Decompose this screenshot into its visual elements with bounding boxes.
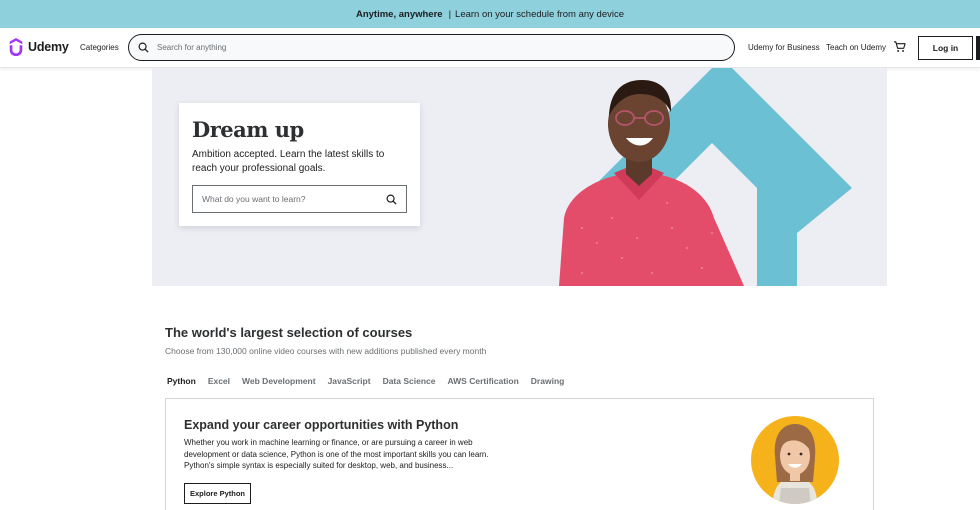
tab-python[interactable]: Python [167,376,196,386]
panel-title: Expand your career opportunities with Py… [184,418,459,432]
search-icon[interactable] [386,194,397,205]
udemy-logo-icon [9,38,23,56]
hero-card: Dream up Ambition accepted. Learn the la… [179,103,420,226]
tab-drawing[interactable]: Drawing [531,376,565,386]
logo-text: Udemy [28,40,69,54]
tab-data-science[interactable]: Data Science [383,376,436,386]
instructor-portrait [773,424,817,504]
course-topic-panel: Expand your career opportunities with Py… [165,398,874,510]
tab-web-development[interactable]: Web Development [242,376,316,386]
tab-javascript[interactable]: JavaScript [328,376,371,386]
promo-banner[interactable]: Anytime, anywhere | Learn on your schedu… [0,0,980,28]
login-button[interactable]: Log in [918,36,973,60]
hero-search-input[interactable] [202,194,372,204]
hero-title: Dream up [192,117,304,142]
courses-section-subtitle: Choose from 130,000 online video courses… [165,346,487,356]
hero-search-box[interactable] [192,185,407,213]
search-bar[interactable] [128,34,735,61]
courses-section-title: The world's largest selection of courses [165,325,413,340]
search-input[interactable] [157,43,717,52]
signup-button[interactable] [976,36,980,60]
explore-python-button[interactable]: Explore Python [184,483,251,504]
instructor-avatar [751,416,839,504]
search-icon[interactable] [138,42,149,53]
teach-on-udemy-link[interactable]: Teach on Udemy [826,43,886,52]
tab-excel[interactable]: Excel [208,376,230,386]
promo-separator: | [448,8,452,20]
udemy-for-business-link[interactable]: Udemy for Business [748,43,820,52]
panel-description: Whether you work in machine learning or … [184,438,489,470]
udemy-logo[interactable]: Udemy [7,37,69,57]
hero-subtitle: Ambition accepted. Learn the latest skil… [192,149,385,174]
promo-highlight: Anytime, anywhere [355,8,443,20]
tab-aws-certification[interactable]: AWS Certification [447,376,518,386]
top-header: Udemy Categories Udemy for Business Teac… [0,28,980,68]
categories-menu[interactable]: Categories [80,43,119,52]
promo-message: Learn on your schedule from any device [455,8,625,20]
course-topic-tabs: Python Excel Web Development JavaScript … [167,376,564,386]
cart-icon[interactable] [893,40,906,53]
